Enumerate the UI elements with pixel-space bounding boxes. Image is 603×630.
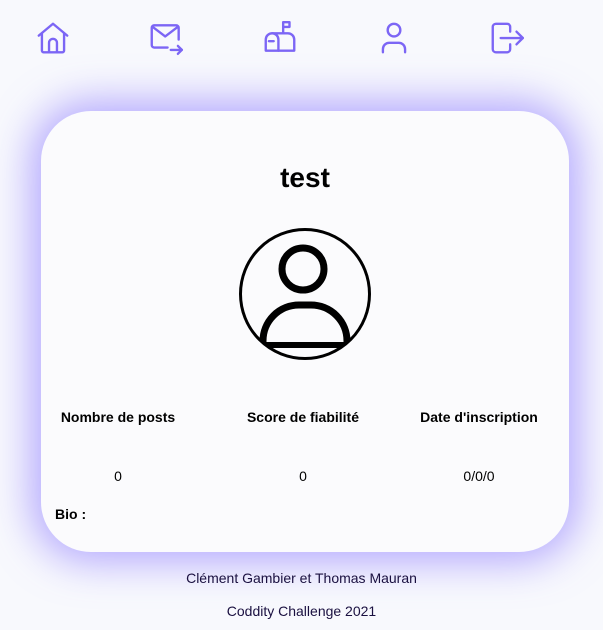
profile-username: test: [280, 162, 330, 193]
bio-section: Bio :: [55, 505, 86, 523]
stat-posts-value: 0: [114, 468, 122, 484]
nav-logout-button[interactable]: [487, 18, 527, 58]
stat-posts-label: Nombre de posts: [60, 409, 176, 425]
footer-event: Coddity Challenge 2021: [226, 603, 377, 619]
stat-reliability-value: 0: [299, 468, 307, 484]
stat-signup-date-label: Date d'inscription: [420, 409, 538, 425]
logout-icon: [491, 22, 525, 54]
user-circle-icon: [239, 228, 371, 360]
nav-messages-button[interactable]: [146, 18, 186, 58]
mailbox-icon: [264, 20, 296, 52]
bio-label: Bio :: [55, 506, 87, 522]
user-icon: [381, 22, 407, 54]
profile-card: test Nombre de posts 0 Score de fiabilit…: [41, 111, 569, 552]
stat-signup-date: Date d'inscription 0/0/0: [399, 408, 559, 485]
stat-reliability-label: Score de fiabilité: [246, 409, 360, 425]
home-icon: [37, 22, 69, 54]
nav-mailbox-button[interactable]: [260, 18, 300, 58]
stat-signup-date-value: 0/0/0: [463, 468, 495, 484]
footer-authors: Clément Gambier et Thomas Mauran: [186, 570, 417, 586]
nav-home-button[interactable]: [33, 18, 73, 58]
mail-forward-icon: [150, 24, 184, 56]
stat-reliability: Score de fiabilité 0: [223, 408, 383, 485]
stat-posts: Nombre de posts 0: [38, 408, 198, 485]
nav-profile-button[interactable]: [374, 18, 414, 58]
top-navbar: [0, 18, 603, 58]
